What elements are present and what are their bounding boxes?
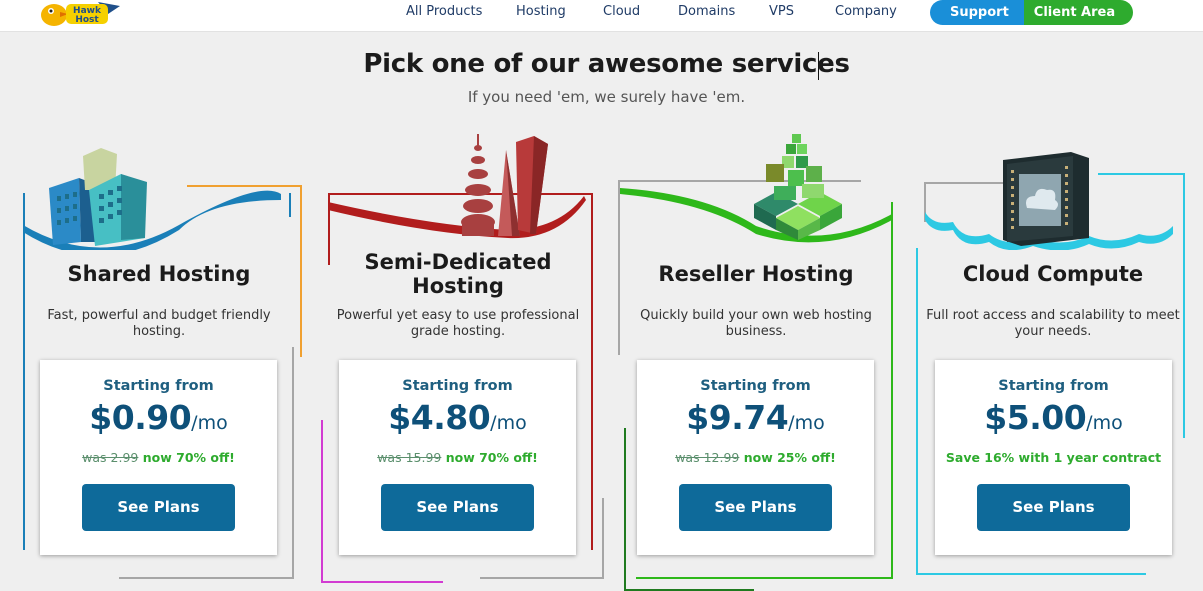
card-title-line: Hosting [412,274,504,298]
price-amount: $9.74 [686,398,789,437]
office-buildings-icon [23,148,281,250]
card-border-bottom [119,577,294,579]
original-price: was 15.99 [377,450,442,465]
card-border-bottom [916,573,1146,575]
original-price: was 2.99 [82,450,139,465]
nav-vps[interactable]: VPS [769,4,794,19]
price-amount: $5.00 [984,398,1087,437]
see-plans-button[interactable]: See Plans [977,484,1130,531]
card-description-line: business. [725,324,787,339]
nav-domains[interactable]: Domains [678,4,735,19]
card-description-line: your needs. [1014,324,1092,339]
service-card-semi-dedicated-hosting: Semi-Dedicated Hosting Powerful yet easy… [308,130,608,590]
price-box: Starting from $5.00/mo Save 16% with 1 y… [935,360,1172,555]
card-border-left-accent [624,428,626,591]
card-border-right-lower [602,498,604,579]
card-border-left-accent [321,420,323,582]
starting-from-label: Starting from [402,378,513,394]
discount-label: now 70% off! [142,450,235,465]
card-description-line: grade hosting. [410,324,506,339]
see-plans-button[interactable]: See Plans [679,484,832,531]
card-description: Full root access and scalability to meet… [923,308,1183,340]
text-cursor [818,52,819,80]
price: $4.80/mo [339,398,576,437]
card-border-bottom-accent [321,581,443,583]
card-title-line: Semi-Dedicated [364,250,552,274]
nav-all-products[interactable]: All Products [406,4,482,19]
top-navigation-bar: Hawk Host All Products Hosting Cloud Dom… [0,0,1203,32]
card-description-line: Fast, powerful and budget friendly [47,308,271,323]
card-title: Shared Hosting [67,262,251,286]
nav-company[interactable]: Company [835,4,897,19]
price-period: /mo [1086,412,1123,434]
starting-from-label: Starting from [998,378,1109,394]
card-border-left [916,248,918,575]
card-border-right [292,347,294,578]
see-plans-button[interactable]: See Plans [381,484,534,531]
card-description-line: Quickly build your own web hosting [640,308,872,323]
support-button[interactable]: Support [930,0,1024,25]
discount-label: now 25% off! [743,450,836,465]
discount-text: was 12.99 now 25% off! [637,450,874,465]
card-description: Quickly build your own web hosting busin… [626,308,886,340]
hawk-host-logo[interactable]: Hawk Host [38,0,122,28]
discount-text: was 2.99 now 70% off! [40,450,277,465]
price: $0.90/mo [40,398,277,437]
starting-from-label: Starting from [700,378,811,394]
price: $9.74/mo [637,398,874,437]
card-description-line: Full root access and scalability to meet [926,308,1180,323]
skyscrapers-icon [328,134,586,239]
service-card-shared-hosting: Shared Hosting Fast, powerful and budget… [9,130,309,590]
cloud-chip-icon [925,152,1173,250]
price-period: /mo [191,412,228,434]
card-border-bottom [636,577,893,579]
price-period: /mo [788,412,825,434]
original-price: was 12.99 [675,450,740,465]
price: $5.00/mo [935,398,1172,437]
price-amount: $4.80 [388,398,491,437]
price-box: Starting from $0.90/mo was 2.99 now 70% … [40,360,277,555]
page-subtitle: If you need 'em, we surely have 'em. [467,88,746,106]
green-cubes-icon [620,134,892,243]
contract-savings-text: Save 16% with 1 year contract [945,450,1162,465]
price-box: Starting from $4.80/mo was 15.99 now 70%… [339,360,576,555]
starting-from-label: Starting from [103,378,214,394]
nav-cloud[interactable]: Cloud [603,4,640,19]
svg-text:Host: Host [75,15,99,25]
card-description: Fast, powerful and budget friendly hosti… [29,308,289,340]
client-area-button[interactable]: Client Area [1023,0,1134,25]
page-title: Pick one of our awesome services [363,49,850,79]
header-actions: Support Client Area [930,0,1134,25]
card-title: Semi-Dedicated Hosting [308,250,608,298]
price-box: Starting from $9.74/mo was 12.99 now 25%… [637,360,874,555]
discount-label: now 70% off! [445,450,538,465]
card-border-bottom [480,577,604,579]
service-card-reseller-hosting: Reseller Hosting Quickly build your own … [606,130,906,591]
card-description: Powerful yet easy to use professional gr… [328,308,588,340]
nav-hosting[interactable]: Hosting [516,4,566,19]
card-title: Cloud Compute [962,262,1144,286]
discount-text: was 15.99 now 70% off! [339,450,576,465]
service-card-cloud-compute: Cloud Compute Full root access and scala… [903,130,1203,590]
card-description-line: Powerful yet easy to use professional [336,308,580,323]
card-title: Reseller Hosting [658,262,854,286]
price-amount: $0.90 [89,398,192,437]
card-border-right [891,202,893,578]
card-description-line: hosting. [132,324,186,339]
price-period: /mo [490,412,527,434]
see-plans-button[interactable]: See Plans [82,484,235,531]
